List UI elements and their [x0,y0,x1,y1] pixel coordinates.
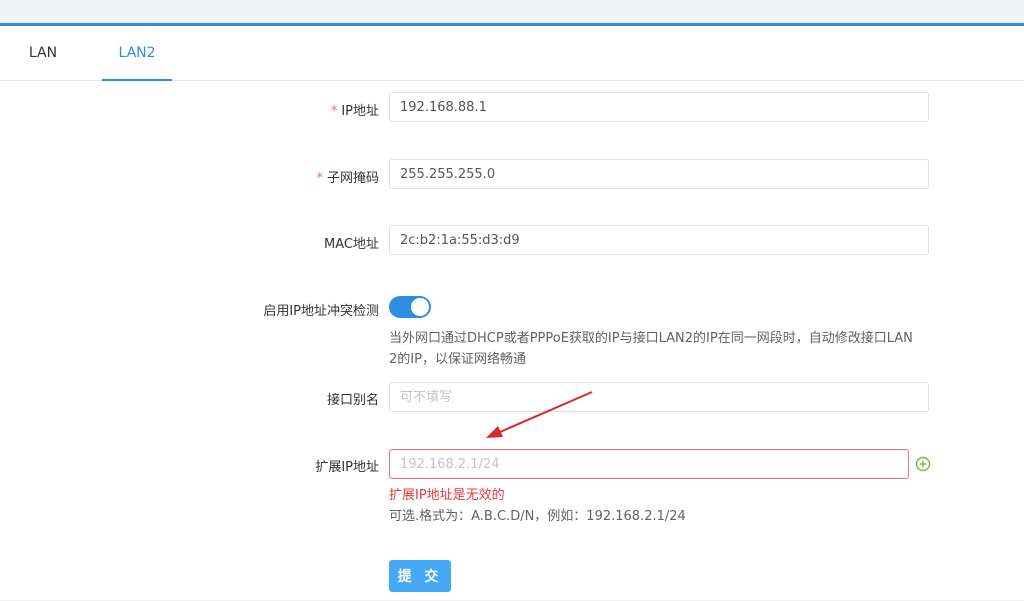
ip-label: * IP地址 [330,104,379,119]
conflict-detection-label: 启用IP地址冲突检测 [263,304,379,319]
submit-button[interactable]: 提 交 [389,560,451,592]
conflict-help-text: 当外网口通过DHCP或者PPPoE获取的IP与接口LAN2的IP在同一网段时，自… [389,331,913,367]
alias-label: 接口别名 [326,393,379,408]
mac-input[interactable] [389,225,929,255]
toggle-knob [411,298,429,316]
ext-ip-error: 扩展IP地址是无效的 [389,488,505,503]
subnet-mask-input[interactable] [389,159,929,189]
ip-input[interactable] [389,92,929,122]
ext-ip-hint: 可选.格式为：A.B.C.D/N，例如：192.168.2.1/24 [389,509,686,524]
ext-ip-label: 扩展IP地址 [315,460,379,475]
active-tab-indicator [102,79,172,81]
plus-circle-icon[interactable] [915,456,931,472]
required-mark: * [330,104,338,119]
required-mark: * [316,171,323,186]
alias-input[interactable] [389,382,929,412]
conflict-detection-toggle[interactable] [389,296,431,318]
tab-lan[interactable]: LAN [20,26,66,80]
subnet-mask-label: * 子网掩码 [316,171,379,186]
tab-lan2[interactable]: LAN2 [102,26,172,80]
ext-ip-input[interactable] [389,449,909,479]
tab-bar: LAN LAN2 [0,26,1024,81]
mac-label: MAC地址 [324,237,379,252]
